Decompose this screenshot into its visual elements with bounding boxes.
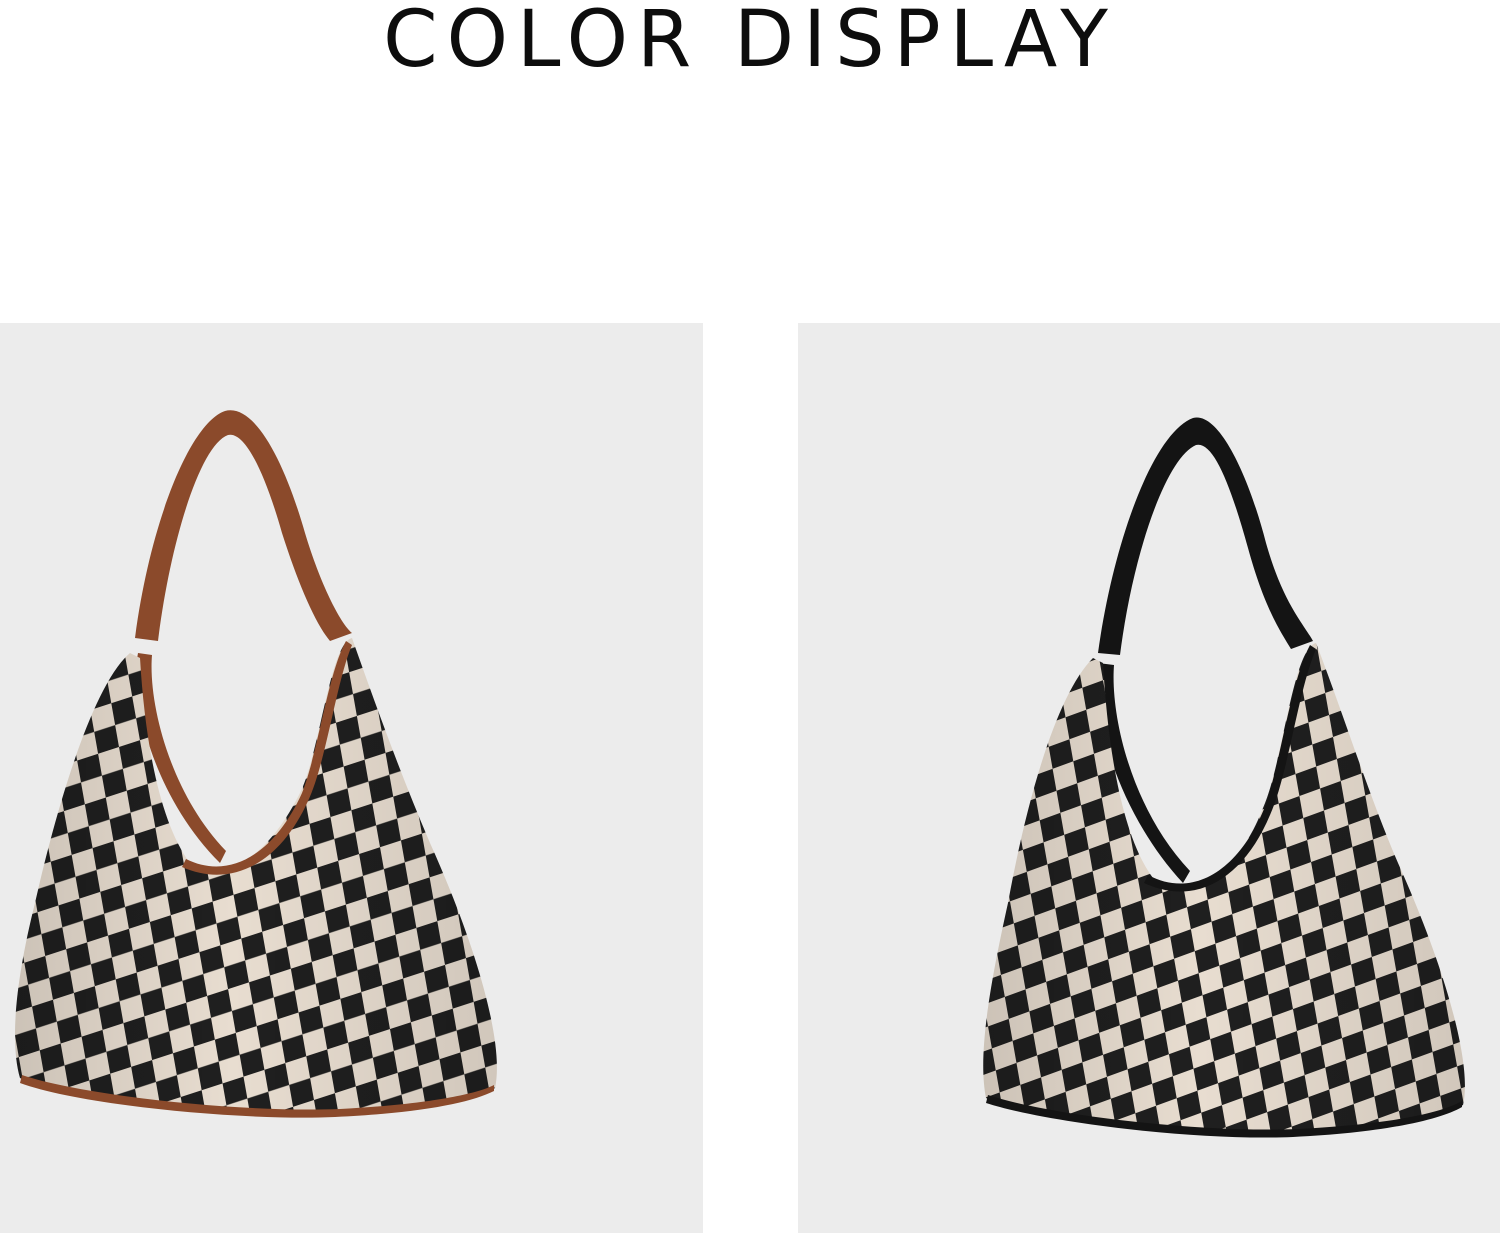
checkered-tote-bag-brown-strap <box>15 410 497 1118</box>
product-photo-brown-strap[interactable] <box>0 323 703 1233</box>
checkered-tote-bag-black-strap <box>983 417 1465 1138</box>
page-title: COLOR DISPLAY <box>383 0 1117 85</box>
product-photo-black-strap[interactable] <box>798 323 1500 1233</box>
